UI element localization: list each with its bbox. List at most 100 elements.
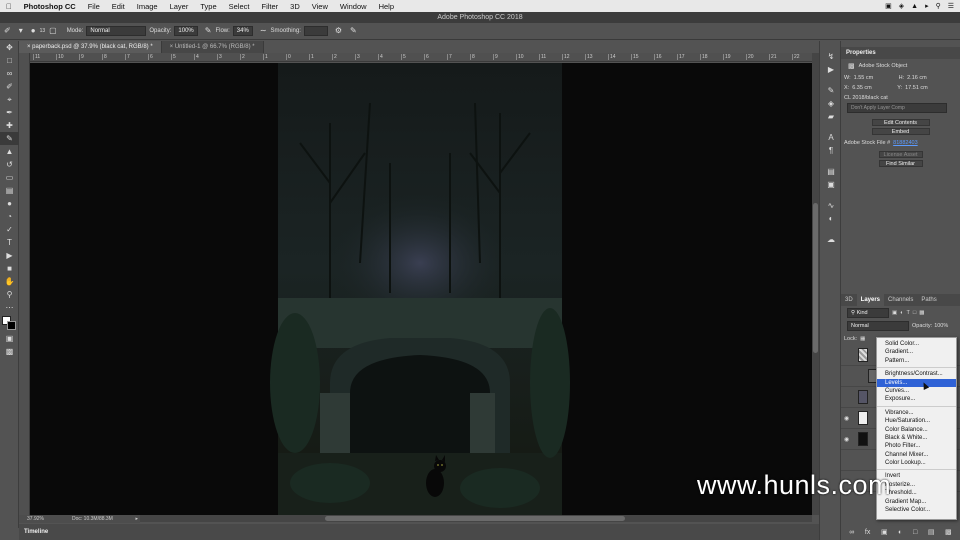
crop-tool-icon[interactable]: ⌖ bbox=[0, 93, 19, 106]
vertical-scrollbar[interactable] bbox=[812, 53, 819, 515]
wifi-icon[interactable]: ▲ bbox=[911, 3, 918, 10]
layer-filter-kind[interactable]: ⚲ Kind bbox=[847, 307, 889, 318]
horizontal-ruler[interactable]: 11 10 9 8 7 6 5 4 3 2 1 0 1 2 3 4 5 6 7 8 9 10 11 12 13 14 15 16 17 1… bbox=[30, 53, 812, 62]
layer-opacity-value[interactable]: 100% bbox=[934, 323, 948, 329]
menu-item-exposure[interactable]: Exposure... bbox=[877, 395, 956, 403]
path-select-tool-icon[interactable]: ▶ bbox=[0, 249, 19, 262]
horizontal-scrollbar[interactable] bbox=[140, 515, 812, 522]
menu-layer[interactable]: Layer bbox=[164, 2, 195, 11]
menu-select[interactable]: Select bbox=[223, 2, 256, 11]
pen-tool-icon[interactable]: ✓ bbox=[0, 223, 19, 236]
tab-layers[interactable]: Layers bbox=[856, 294, 885, 306]
spotlight-icon[interactable]: ⚲ bbox=[936, 2, 941, 10]
pressure-size-icon[interactable]: ✎ bbox=[350, 26, 357, 36]
fx-icon[interactable]: fx bbox=[865, 529, 870, 536]
volume-icon[interactable]: ▸ bbox=[925, 2, 929, 10]
y-value[interactable]: 17.51 cm bbox=[905, 85, 928, 91]
hand-tool-icon[interactable]: ✋ bbox=[0, 275, 19, 288]
airbrush-icon[interactable]: ∼ bbox=[260, 26, 267, 36]
blend-mode-select[interactable]: Normal bbox=[847, 320, 909, 331]
menu-item-hue-saturation[interactable]: Hue/Saturation... bbox=[877, 417, 956, 425]
menu-item-curves[interactable]: Curves... bbox=[877, 387, 956, 395]
zoom-tool-icon[interactable]: ⚲ bbox=[0, 288, 19, 301]
status-arrow-icon[interactable]: ▸ bbox=[135, 516, 138, 522]
vertical-scroll-thumb[interactable] bbox=[813, 203, 818, 353]
embed-button[interactable]: Embed bbox=[871, 128, 930, 135]
background-color[interactable] bbox=[7, 321, 16, 330]
eye-icon[interactable]: ◉ bbox=[844, 415, 854, 422]
new-group-icon[interactable]: □ bbox=[913, 529, 917, 536]
opacity-field[interactable]: 100% bbox=[174, 26, 198, 36]
lock-icons[interactable]: ▦ bbox=[860, 336, 865, 342]
menu-item-black-white[interactable]: Black & White... bbox=[877, 434, 956, 442]
brush-settings-icon[interactable]: ✎ bbox=[820, 84, 842, 97]
quick-mask-icon[interactable]: ▣ bbox=[0, 332, 19, 345]
flow-field[interactable]: 34% bbox=[232, 26, 253, 36]
menu-app-name[interactable]: Photoshop CC bbox=[18, 2, 82, 11]
new-layer-icon[interactable]: ▤ bbox=[928, 528, 935, 536]
blur-tool-icon[interactable]: ● bbox=[0, 197, 19, 210]
dropbox-icon[interactable]: ◈ bbox=[899, 2, 904, 10]
shape-tool-icon[interactable]: ■ bbox=[0, 262, 19, 275]
h-value[interactable]: 2.16 cm bbox=[907, 75, 927, 81]
x-value[interactable]: 6.35 cm bbox=[852, 85, 897, 91]
menu-item-brightness-contrast[interactable]: Brightness/Contrast... bbox=[877, 370, 956, 378]
brush-tool-icon[interactable]: ✎ bbox=[0, 132, 19, 145]
quick-select-tool-icon[interactable]: ✐ bbox=[0, 80, 19, 93]
tab-channels[interactable]: Channels bbox=[884, 294, 917, 306]
trash-icon[interactable]: ▩ bbox=[945, 528, 952, 536]
smoothing-field[interactable] bbox=[303, 26, 328, 36]
properties-title[interactable]: Properties bbox=[841, 47, 960, 59]
move-tool-icon[interactable]: ✥ bbox=[0, 41, 19, 54]
filter-icons[interactable]: ▣◐T□▩ bbox=[892, 310, 927, 316]
menu-item-channel-mixer[interactable]: Channel Mixer... bbox=[877, 451, 956, 459]
lasso-tool-icon[interactable]: ∞ bbox=[0, 67, 19, 80]
menu-type[interactable]: Type bbox=[194, 2, 222, 11]
timeline-panel-header[interactable]: Timeline bbox=[19, 524, 819, 540]
gear-icon[interactable]: ⚙ bbox=[335, 26, 342, 36]
paragraph-panel-icon[interactable]: ¶ bbox=[820, 144, 842, 157]
tab-untitled-1[interactable]: × Untitled-1 @ 66.7% (RGB/8) * bbox=[161, 41, 264, 53]
doc-size[interactable]: Doc: 10.3M/88.3M bbox=[72, 516, 113, 522]
chevron-down-icon[interactable]: ▾ bbox=[19, 26, 23, 36]
menu-item-solid-color[interactable]: Solid Color... bbox=[877, 340, 956, 348]
vertical-ruler[interactable] bbox=[19, 53, 30, 515]
layer-comp-select[interactable]: Don't Apply Layer Comp bbox=[847, 103, 947, 113]
menu-file[interactable]: File bbox=[82, 2, 106, 11]
info-panel-icon[interactable]: ▣ bbox=[820, 178, 842, 191]
paths-panel-icon[interactable]: ∿ bbox=[820, 199, 842, 212]
menu-item-pattern[interactable]: Pattern... bbox=[877, 357, 956, 365]
eraser-tool-icon[interactable]: ▭ bbox=[0, 171, 19, 184]
horizontal-scroll-thumb[interactable] bbox=[325, 516, 625, 521]
link-layers-icon[interactable]: ∞ bbox=[849, 529, 854, 536]
tab-paperback[interactable]: × paperback.psd @ 37.9% (black cat, RGB/… bbox=[19, 41, 162, 53]
brush-size-icon[interactable]: ● bbox=[31, 26, 36, 36]
healing-brush-tool-icon[interactable]: ✚ bbox=[0, 119, 19, 132]
w-value[interactable]: 1.55 cm bbox=[854, 75, 899, 81]
add-mask-icon[interactable]: ▣ bbox=[881, 528, 888, 536]
notes-panel-icon[interactable]: ▤ bbox=[820, 165, 842, 178]
brush-tool-preset-icon[interactable]: ✐ bbox=[4, 26, 11, 36]
menu-item-color-lookup[interactable]: Color Lookup... bbox=[877, 459, 956, 467]
actions-panel-icon[interactable]: ▶ bbox=[820, 63, 842, 76]
menu-3d[interactable]: 3D bbox=[284, 2, 306, 11]
apple-icon[interactable]:  bbox=[0, 2, 18, 11]
menu-item-selective-color[interactable]: Selective Color... bbox=[877, 506, 956, 514]
history-brush-tool-icon[interactable]: ↺ bbox=[0, 158, 19, 171]
brushes-panel-icon[interactable]: ◈ bbox=[820, 97, 842, 110]
find-similar-button[interactable]: Find Similar bbox=[878, 160, 923, 167]
marquee-tool-icon[interactable]: □ bbox=[0, 54, 19, 67]
stock-file-link[interactable]: 81882403 bbox=[893, 140, 917, 146]
cc-icon[interactable]: ▣ bbox=[885, 2, 892, 10]
clone-stamp-tool-icon[interactable]: ▲ bbox=[0, 145, 19, 158]
menu-image[interactable]: Image bbox=[131, 2, 164, 11]
character-panel-icon[interactable]: A bbox=[820, 131, 842, 144]
tab-paths[interactable]: Paths bbox=[917, 294, 940, 306]
zoom-level[interactable]: 37.92% bbox=[27, 516, 62, 522]
mode-select[interactable]: Normal bbox=[86, 26, 147, 36]
menu-view[interactable]: View bbox=[306, 2, 334, 11]
adjustment-layer-icon[interactable]: ◐ bbox=[898, 529, 902, 536]
menu-window[interactable]: Window bbox=[334, 2, 373, 11]
color-swatches-icon[interactable] bbox=[0, 314, 19, 332]
edit-contents-button[interactable]: Edit Contents bbox=[871, 119, 930, 126]
